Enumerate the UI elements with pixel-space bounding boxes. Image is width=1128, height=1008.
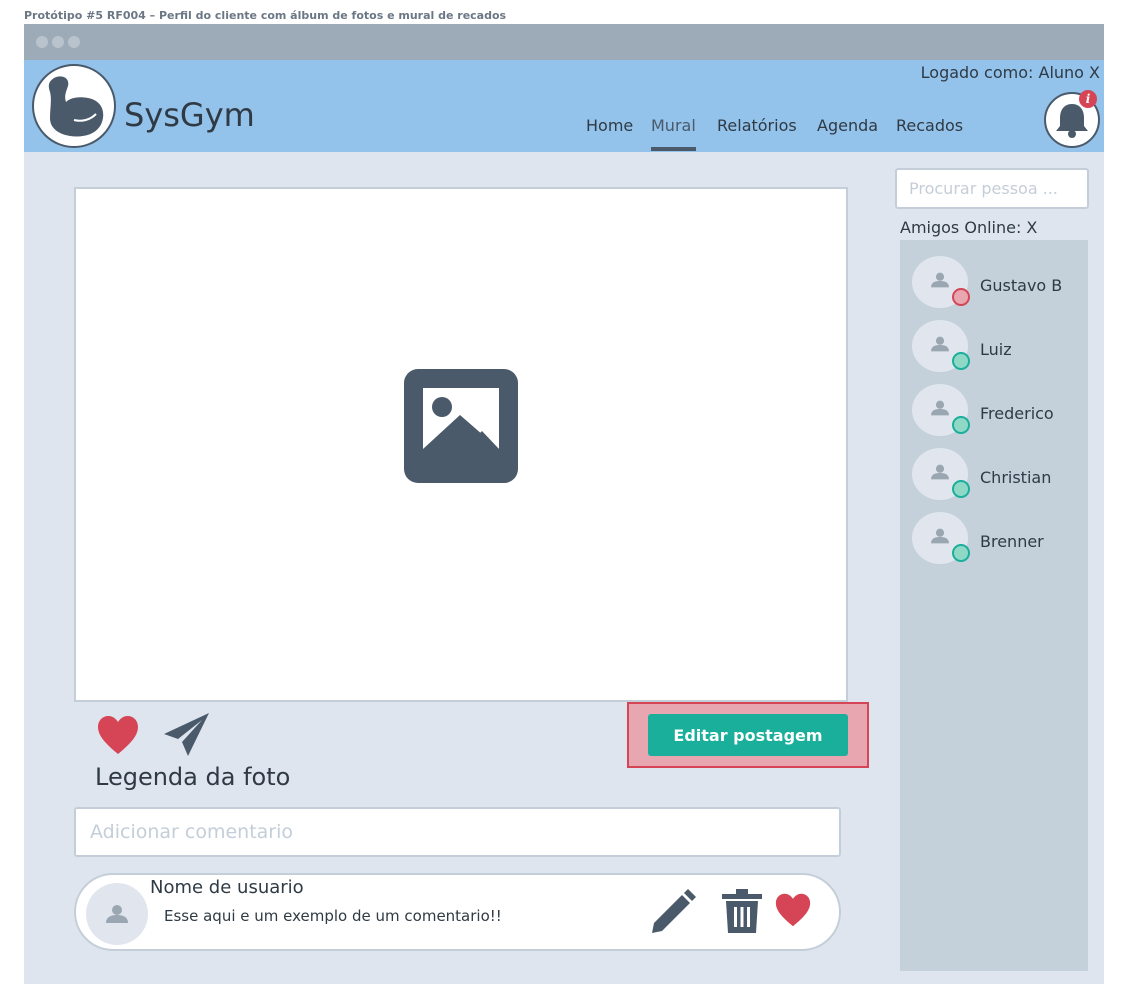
edit-button-highlight: Editar postagem <box>627 702 869 768</box>
status-online-indicator <box>952 352 970 370</box>
nav-relatorios[interactable]: Relatórios <box>717 116 797 135</box>
user-icon <box>931 528 949 544</box>
user-icon <box>931 336 949 352</box>
avatar <box>86 883 148 945</box>
comment-input[interactable] <box>74 807 841 857</box>
app-header: SysGym Logado como: Aluno X Home Mural R… <box>24 60 1104 152</box>
logged-in-user: Logado como: Aluno X <box>920 63 1100 82</box>
photo-caption: Legenda da foto <box>95 763 291 791</box>
comment-text: Esse aqui e um exemplo de um comentario!… <box>164 907 502 925</box>
share-send-icon[interactable] <box>164 712 210 758</box>
nav-home[interactable]: Home <box>586 116 633 135</box>
friend-name: Christian <box>980 468 1052 487</box>
friends-online-list: Gustavo B Luiz Frederico Christian Brenn… <box>900 240 1088 971</box>
friend-item[interactable]: Frederico <box>912 384 1088 440</box>
user-icon <box>106 905 128 923</box>
friend-name: Frederico <box>980 404 1054 423</box>
delete-trash-icon[interactable] <box>722 889 762 933</box>
user-icon <box>931 272 949 288</box>
status-online-indicator <box>952 480 970 498</box>
friend-name: Gustavo B <box>980 276 1063 295</box>
comment-item: Nome de usuario Esse aqui e um exemplo d… <box>74 873 841 951</box>
user-icon <box>931 400 949 416</box>
search-people-input[interactable] <box>895 168 1089 209</box>
brand-name: SysGym <box>124 96 255 134</box>
like-heart-icon[interactable] <box>96 714 140 756</box>
post-photo[interactable] <box>74 187 848 702</box>
nav-active-indicator <box>651 147 696 151</box>
nav-mural[interactable]: Mural <box>651 116 696 135</box>
status-online-indicator <box>952 544 970 562</box>
app-window: SysGym Logado como: Aluno X Home Mural R… <box>24 24 1104 984</box>
friend-name: Brenner <box>980 532 1044 551</box>
window-dot-icon[interactable] <box>52 36 64 48</box>
window-dot-icon[interactable] <box>68 36 80 48</box>
friend-item[interactable]: Brenner <box>912 512 1088 568</box>
comment-username: Nome de usuario <box>150 877 304 898</box>
nav-agenda[interactable]: Agenda <box>817 116 878 135</box>
friends-online-label: Amigos Online: X <box>900 218 1038 237</box>
image-placeholder-icon <box>404 369 518 483</box>
user-icon <box>931 464 949 480</box>
friend-item[interactable]: Luiz <box>912 320 1088 376</box>
edit-post-button[interactable]: Editar postagem <box>648 714 848 756</box>
status-offline-indicator <box>952 288 970 306</box>
prototype-title: Protótipo #5 RF004 – Perfil do cliente c… <box>24 9 507 22</box>
friend-name: Luiz <box>980 340 1012 359</box>
logo[interactable] <box>32 64 116 148</box>
friend-item[interactable]: Gustavo B <box>912 256 1088 312</box>
comment-like-heart-icon[interactable] <box>774 892 812 928</box>
window-dot-icon[interactable] <box>36 36 48 48</box>
friend-item[interactable]: Christian <box>912 448 1088 504</box>
status-online-indicator <box>952 416 970 434</box>
window-titlebar <box>24 24 1104 60</box>
edit-pencil-icon[interactable] <box>648 889 696 937</box>
notification-badge: i <box>1079 90 1097 108</box>
flexed-arm-icon <box>48 76 104 137</box>
nav-recados[interactable]: Recados <box>896 116 963 135</box>
